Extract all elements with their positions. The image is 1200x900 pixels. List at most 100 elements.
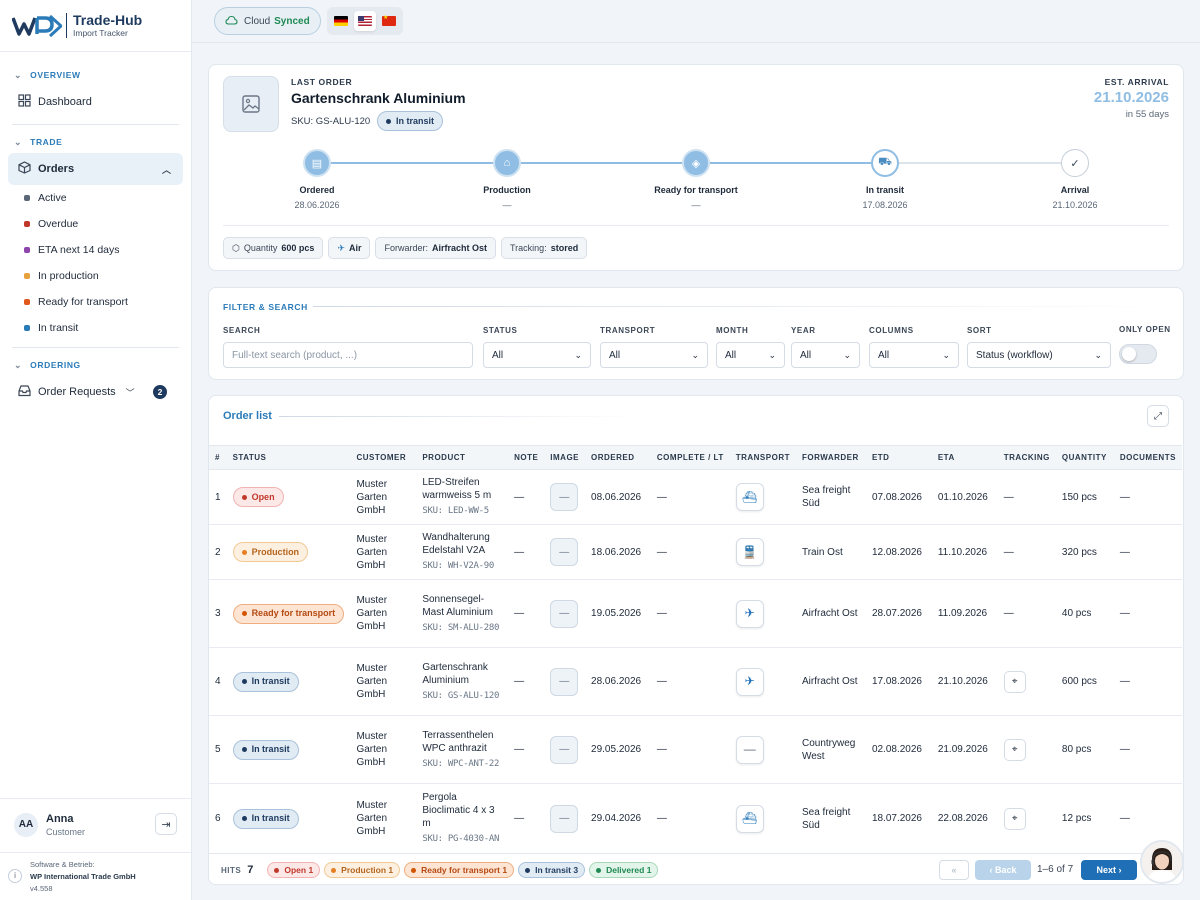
search-input[interactable]: Full-text search (product, ...) [223, 342, 473, 368]
sidebar-item-order-requests[interactable]: Order Requests ﹀ 2 [8, 376, 183, 408]
sidebar-subitem[interactable]: Ready for transport [0, 289, 191, 315]
eta-cell: 21.10.2026 [931, 647, 998, 716]
column-header[interactable]: ORDERED [585, 445, 651, 470]
sort-select[interactable]: Status (workflow) ⌄ [967, 342, 1111, 368]
product-sku: SKU: PG-4030-AN [422, 834, 500, 844]
transport-button[interactable]: — [735, 735, 764, 764]
row-number: 1 [209, 469, 227, 525]
transport-button[interactable]: 🚆 [735, 538, 764, 566]
transport-cell: ✈ [729, 579, 796, 648]
expand-button[interactable]: ⤢ [1147, 405, 1169, 427]
map-pin-icon[interactable]: ⌖ [1003, 807, 1026, 830]
sidebar-subitem[interactable]: Active [0, 185, 191, 211]
section-overview[interactable]: ⌄ OVERVIEW [0, 64, 191, 86]
column-header[interactable]: CUSTOMER [350, 445, 417, 470]
table-row[interactable]: 5 In transit Muster Garten GmbH Terrassenth… [209, 715, 1182, 784]
note-cell: — [508, 524, 545, 580]
transport-cell: 🚆 [729, 524, 796, 580]
sidebar: Trade-Hub Import Tracker ⌄ OVERVIEW Dashb… [0, 0, 192, 900]
transport-button[interactable]: ⛴ [735, 483, 764, 511]
flag-us-icon[interactable] [354, 11, 376, 31]
chevron-down-icon: ﹀ [125, 387, 135, 398]
image-cell: — [544, 783, 586, 854]
documents-cell: — [1113, 579, 1182, 648]
status-summary-chip[interactable]: In transit 3 [518, 862, 586, 878]
section-trade[interactable]: ⌄ TRADE [0, 131, 191, 153]
transport-select[interactable]: All ⌄ [600, 342, 708, 368]
status-summary-chip[interactable]: Ready for transport 1 [404, 862, 515, 878]
flag-de-icon[interactable] [334, 16, 348, 26]
columns-select[interactable]: All ⌄ [869, 342, 959, 368]
cloud-sync-status[interactable]: Cloud Synced [214, 7, 321, 35]
column-header[interactable]: IMAGE [544, 445, 586, 470]
logout-button[interactable]: ⇥ [155, 813, 177, 835]
quantity-cell: 40 pcs [1055, 579, 1114, 648]
note-cell: — [508, 579, 545, 648]
table-row[interactable]: 4 In transit Muster Garten GmbH Gartenschra… [209, 647, 1182, 716]
status-dot-icon [24, 247, 30, 253]
step-date: 17.08.2026 [862, 200, 908, 210]
first-page-button[interactable]: « [939, 860, 969, 880]
sidebar-subitem[interactable]: ETA next 14 days [0, 237, 191, 263]
status-label: STATUS [483, 326, 518, 335]
status-cell: Open [226, 469, 351, 525]
sort-label: SORT [967, 326, 992, 335]
status-select[interactable]: All ⌄ [483, 342, 591, 368]
column-header[interactable]: QUANTITY [1055, 445, 1114, 470]
next-button[interactable]: Next › [1081, 860, 1137, 880]
month-select[interactable]: All ⌄ [716, 342, 785, 368]
status-summary-chip[interactable]: Production 1 [324, 862, 401, 878]
section-ordering[interactable]: ⌄ ORDERING [0, 354, 191, 376]
transport-button[interactable]: ✈ [735, 599, 764, 628]
table-row[interactable]: 2 Production Muster Garten GmbH Wandhalteru… [209, 524, 1182, 580]
image-placeholder[interactable]: — [550, 735, 579, 764]
table-row[interactable]: 3 Ready for transport Muster Garten GmbH So… [209, 579, 1182, 648]
column-header[interactable]: TRACKING [997, 445, 1056, 470]
status-summary-chip[interactable]: Open 1 [267, 862, 321, 878]
complete-cell: — [650, 469, 730, 525]
column-header[interactable]: STATUS [226, 445, 351, 470]
status-badge: In transit [232, 739, 299, 760]
status-badge: Production [232, 542, 309, 562]
sidebar-subitem[interactable]: Overdue [0, 211, 191, 237]
sidebar-item-dashboard[interactable]: Dashboard [8, 86, 183, 118]
map-pin-icon[interactable]: ⌖ [1003, 670, 1026, 693]
column-header[interactable]: # [209, 445, 227, 470]
eta-cell: 11.10.2026 [931, 524, 998, 580]
divider [12, 347, 179, 348]
column-header[interactable]: ETD [865, 445, 932, 470]
transport-button[interactable]: ⛴ [735, 804, 764, 833]
column-header[interactable]: COMPLETE / LT [650, 445, 730, 470]
info-icon[interactable]: i [8, 869, 22, 883]
status-summary-chip[interactable]: Delivered 1 [589, 862, 659, 878]
sidebar-subitem[interactable]: In transit [0, 315, 191, 341]
only-open-toggle[interactable] [1119, 344, 1157, 364]
column-header[interactable]: FORWARDER [795, 445, 866, 470]
table-row[interactable]: 1 Open Muster Garten GmbH LED-Streifen warm… [209, 469, 1182, 525]
column-header[interactable]: TRANSPORT [729, 445, 796, 470]
etd-cell: 07.08.2026 [865, 469, 932, 525]
forwarder-cell: Airfracht Ost [795, 579, 866, 648]
map-pin-icon[interactable]: ⌖ [1003, 738, 1026, 761]
image-placeholder[interactable]: — [550, 667, 579, 696]
column-header[interactable]: ETA [931, 445, 998, 470]
back-button[interactable]: ‹ Back [975, 860, 1031, 880]
eta-cell: 21.09.2026 [931, 715, 998, 784]
flag-cn-icon[interactable]: ★ [382, 15, 396, 26]
footer-line1: Software & Betrieb: [30, 860, 95, 869]
image-placeholder[interactable]: — [550, 804, 579, 833]
year-select[interactable]: All ⌄ [791, 342, 860, 368]
table-row[interactable]: 6 In transit Muster Garten GmbH Pergola Bio… [209, 783, 1182, 854]
column-header[interactable]: PRODUCT [416, 445, 509, 470]
sidebar-subitem[interactable]: In production [0, 263, 191, 289]
image-placeholder[interactable]: — [550, 483, 579, 511]
image-placeholder[interactable]: — [550, 599, 579, 628]
transport-mode-tag: ✈ Air [328, 237, 371, 259]
support-chat-avatar[interactable] [1140, 840, 1184, 884]
image-placeholder[interactable]: — [550, 538, 579, 566]
transport-button[interactable]: ✈ [735, 667, 764, 696]
sidebar-item-orders[interactable]: Orders ︿ [8, 153, 183, 185]
column-header[interactable]: DOCUMENTS [1113, 445, 1182, 470]
brand-logo[interactable]: Trade-Hub Import Tracker [0, 0, 191, 52]
column-header[interactable]: NOTE [508, 445, 545, 470]
